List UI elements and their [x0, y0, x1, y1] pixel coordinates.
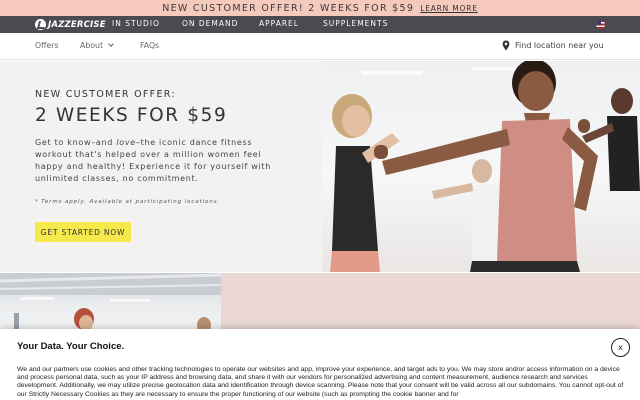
brand-name: JAZZERCISE [48, 19, 106, 30]
chevron-down-icon [108, 41, 114, 47]
subnav-faqs[interactable]: FAQs [140, 41, 159, 50]
hero-eyebrow: NEW CUSTOMER OFFER: [35, 89, 176, 100]
dancers-illustration [330, 61, 640, 272]
brand-logo[interactable]: JAZZERCISE [35, 18, 106, 31]
us-flag-icon[interactable] [596, 20, 605, 29]
promo-text: NEW CUSTOMER OFFER! 2 WEEKS FOR $59 [162, 2, 415, 14]
lower-promo-panel [221, 273, 640, 333]
nav-on-demand[interactable]: ON DEMAND [182, 19, 238, 28]
hero-headline: 2 WEEKS FOR $59 [35, 105, 228, 126]
subnav-about[interactable]: About [80, 41, 114, 50]
cookie-text: We and our partners use cookies and othe… [17, 366, 624, 398]
nav-in-studio[interactable]: IN STUDIO [112, 19, 160, 28]
find-location-link[interactable]: Find location near you [515, 41, 604, 50]
nav-apparel[interactable]: APPAREL [259, 19, 299, 28]
hero-body-start: Get to know–and [35, 138, 117, 147]
logo-icon [35, 19, 46, 30]
learn-more-link[interactable]: LEARN MORE [420, 4, 478, 13]
close-cookie-button[interactable]: x [611, 338, 630, 357]
cookie-consent-banner: Your Data. Your Choice. We and our partn… [0, 329, 640, 400]
nav-supplements[interactable]: SUPPLEMENTS [323, 19, 388, 28]
promo-banner: NEW CUSTOMER OFFER! 2 WEEKS FOR $59 LEAR… [0, 0, 640, 16]
main-nav: JAZZERCISE IN STUDIO ON DEMAND APPAREL S… [0, 16, 640, 33]
hero-photo [322, 61, 640, 272]
terms-note: * Terms apply. Available at participatin… [35, 199, 221, 205]
subnav-about-label: About [80, 41, 104, 50]
class-photo [0, 273, 221, 333]
hero-body: Get to know–and love–the iconic dance fi… [35, 137, 290, 185]
get-started-button[interactable]: GET STARTED NOW [35, 222, 131, 242]
sub-nav: Offers About FAQs Find location near you [0, 33, 640, 60]
location-pin-icon [502, 40, 510, 51]
subnav-offers[interactable]: Offers [35, 41, 59, 50]
cookie-title: Your Data. Your Choice. [17, 341, 125, 352]
hero-body-emphasis: love [116, 138, 136, 147]
class-illustration [0, 273, 221, 333]
